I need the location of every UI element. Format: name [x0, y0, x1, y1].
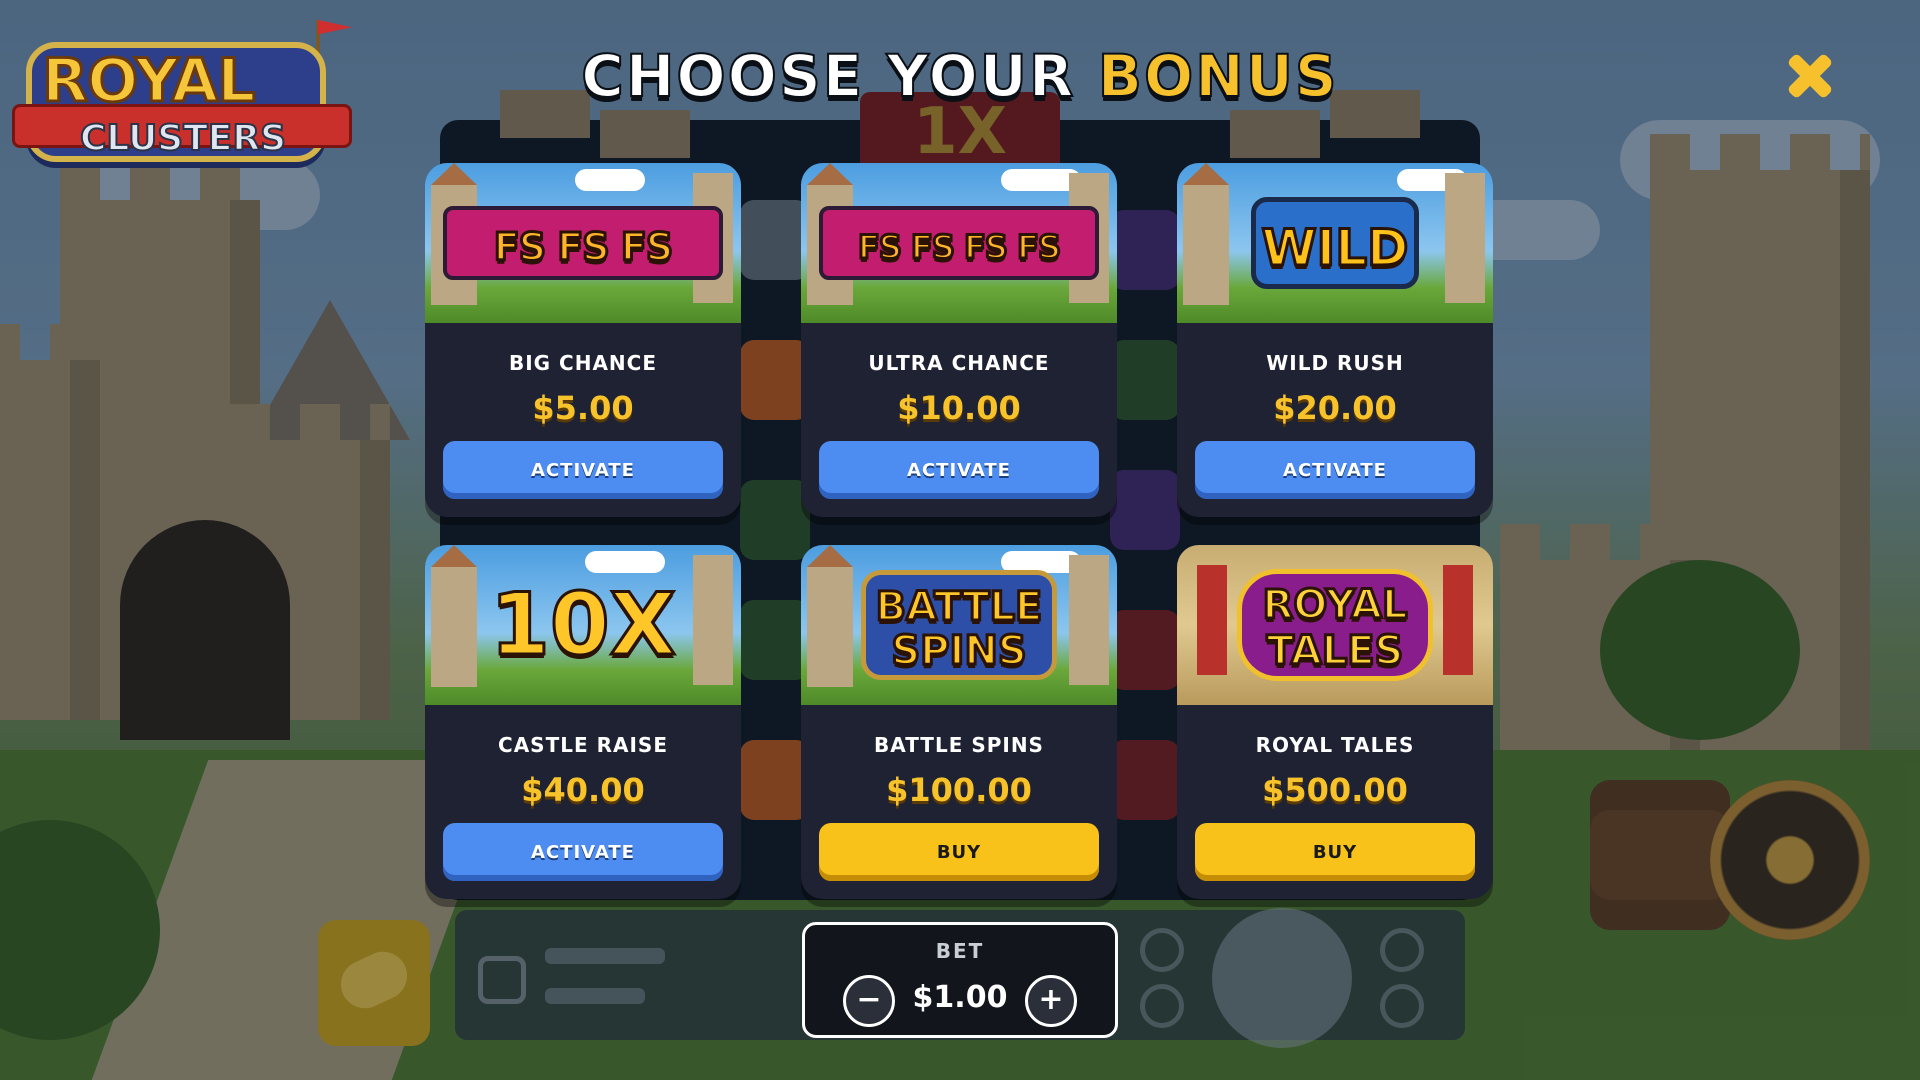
modal-title: CHOOSE YOUR BONUS	[0, 41, 1920, 111]
bet-control: BET − $1.00 +	[802, 922, 1118, 1038]
bonus-art: 10X	[425, 545, 741, 705]
bonus-price: $100.00	[886, 771, 1032, 809]
bonus-card-battle-spins: BATTLE SPINS BATTLE SPINS $100.00 BUY	[801, 545, 1117, 899]
bonus-card-royal-tales: ROYAL TALES ROYAL TALES $500.00 BUY	[1177, 545, 1493, 899]
bonus-price: $10.00	[897, 389, 1021, 427]
bet-label: BET	[935, 939, 985, 963]
bonus-card-ultra-chance: FS FS FS FS ULTRA CHANCE $10.00 ACTIVATE	[801, 163, 1117, 517]
bonus-art: WILD	[1177, 163, 1493, 323]
logo-word-clusters: CLUSTERS	[79, 117, 287, 160]
activate-button[interactable]: ACTIVATE	[443, 441, 723, 499]
bonus-art: ROYAL TALES	[1177, 545, 1493, 705]
battle-spins-art-label: BATTLE SPINS	[861, 570, 1057, 680]
bonus-price: $20.00	[1273, 389, 1397, 427]
bonus-name: ULTRA CHANCE	[868, 351, 1050, 375]
activate-button[interactable]: ACTIVATE	[443, 823, 723, 881]
bonus-name: WILD RUSH	[1266, 351, 1404, 375]
bonus-art: BATTLE SPINS	[801, 545, 1117, 705]
bonus-card-big-chance: FS FS FS BIG CHANCE $5.00 ACTIVATE	[425, 163, 741, 517]
activate-button[interactable]: ACTIVATE	[1195, 441, 1475, 499]
title-prefix: CHOOSE YOUR	[580, 41, 1076, 111]
bonus-art: FS FS FS	[425, 163, 741, 323]
bonus-price: $500.00	[1262, 771, 1408, 809]
buy-button[interactable]: BUY	[819, 823, 1099, 881]
bonus-card-wild-rush: WILD WILD RUSH $20.00 ACTIVATE	[1177, 163, 1493, 517]
close-icon[interactable]	[1786, 52, 1834, 100]
bonus-card-castle-raise: 10X CASTLE RAISE $40.00 ACTIVATE	[425, 545, 741, 899]
bonus-price: $40.00	[521, 771, 645, 809]
plus-icon[interactable]: +	[1025, 975, 1077, 1027]
bonus-grid: FS FS FS BIG CHANCE $5.00 ACTIVATE FS FS…	[425, 163, 1495, 899]
multiplier-art-label: 10X	[489, 574, 678, 677]
activate-button[interactable]: ACTIVATE	[819, 441, 1099, 499]
flag-icon	[318, 20, 352, 35]
bonus-name: ROYAL TALES	[1255, 733, 1415, 757]
bonus-art: FS FS FS FS	[801, 163, 1117, 323]
free-spins-art-label: FS FS FS	[443, 206, 723, 280]
title-accent: BONUS	[1097, 41, 1339, 111]
free-spins-art-label: FS FS FS FS	[819, 206, 1099, 280]
bonus-name: CASTLE RAISE	[498, 733, 668, 757]
bonus-price: $5.00	[532, 389, 634, 427]
royal-tales-art-label: ROYAL TALES	[1237, 569, 1433, 681]
bonus-name: BIG CHANCE	[508, 351, 658, 375]
wild-art-label: WILD	[1251, 197, 1419, 289]
bonus-name: BATTLE SPINS	[874, 733, 1044, 757]
buy-button[interactable]: BUY	[1195, 823, 1475, 881]
